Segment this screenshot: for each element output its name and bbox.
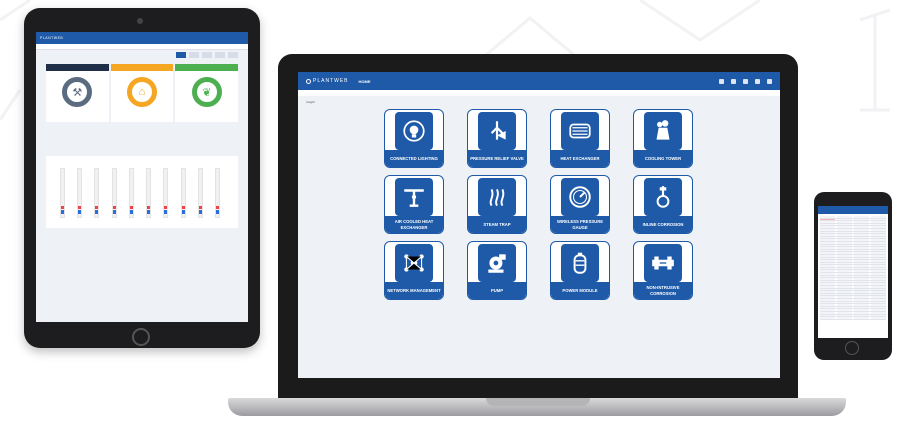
app-tile-label: NON-INTRUSIVE CORROSION: [634, 282, 692, 299]
tablet-app-header: PLANTWEB: [36, 32, 248, 44]
inline-corrosion-icon: [644, 178, 682, 216]
app-tile-label: STEAM TRAP: [468, 216, 526, 233]
tablet-gauge-card[interactable]: ⚒: [46, 64, 109, 122]
laptop-notch: [486, 398, 590, 406]
phone-data-table: [818, 214, 888, 322]
tablet-brand: PLANTWEB: [40, 36, 64, 40]
tablet-gauge-row: ⚒ ⌂ ❦: [46, 64, 239, 122]
tablet-tab[interactable]: [202, 52, 212, 58]
header-actions: [719, 78, 772, 84]
app-subheader: Insight: [298, 90, 780, 104]
pressure-gauge-icon: [561, 178, 599, 216]
phone-home-button[interactable]: [845, 341, 859, 355]
heat-exchanger-icon: [561, 112, 599, 150]
tablet-bar: [111, 168, 117, 218]
steam-icon: [478, 178, 516, 216]
settings-icon[interactable]: [731, 78, 736, 84]
camera-icon: [137, 18, 143, 24]
app-tile-label: INLINE CORROSION: [634, 216, 692, 233]
app-tile[interactable]: COOLING TOWER: [633, 109, 693, 168]
alert-icon[interactable]: [743, 78, 748, 84]
app-tile[interactable]: AIR COOLED HEAT EXCHANGER: [384, 175, 444, 234]
app-tile-label: AIR COOLED HEAT EXCHANGER: [385, 216, 443, 233]
network-icon: [395, 244, 433, 282]
page-title: HOME: [358, 78, 371, 84]
tablet-tab[interactable]: [228, 52, 238, 58]
phone-screen: [818, 206, 888, 338]
laptop-screen: PLANTWEB HOME Insight CONNECTED LIGHTING…: [298, 72, 780, 378]
logout-icon[interactable]: [767, 78, 772, 84]
app-tile-label: PUMP: [468, 282, 526, 299]
tablet-tabs: [36, 50, 248, 60]
tablet-tab[interactable]: [215, 52, 225, 58]
battery-icon: [561, 244, 599, 282]
app-tile-label: PRESSURE RELIEF VALVE: [468, 150, 526, 167]
cooling-tower-icon: [644, 112, 682, 150]
tablet-bar: [214, 168, 220, 218]
app-tile[interactable]: NETWORK MANAGEMENT: [384, 241, 444, 300]
app-tile[interactable]: POWER MODULE: [550, 241, 610, 300]
brand-name: PLANTWEB: [313, 78, 349, 84]
tablet-tab[interactable]: [176, 52, 186, 58]
leaf-icon: ❦: [191, 77, 222, 107]
pipe-corrosion-icon: [644, 244, 682, 282]
tools-icon: ⚒: [62, 77, 93, 107]
relief-valve-icon: [478, 112, 516, 150]
tablet-bar: [60, 168, 65, 218]
app-header: PLANTWEB HOME: [298, 72, 780, 90]
app-tile-label: NETWORK MANAGEMENT: [385, 282, 443, 299]
tablet-bar: [146, 168, 152, 218]
flame-icon: ⌂: [127, 77, 157, 107]
app-tile[interactable]: NON-INTRUSIVE CORROSION: [633, 241, 693, 300]
application-tile-grid: CONNECTED LIGHTING PRESSURE RELIEF VALVE H…: [384, 109, 693, 300]
tablet-gauge-header: [46, 64, 109, 71]
air-cooled-exchanger-icon: [395, 178, 433, 216]
app-tile[interactable]: HEAT EXCHANGER: [550, 109, 610, 168]
tablet-bar: [94, 168, 100, 218]
app-tile-label: CONNECTED LIGHTING: [385, 150, 443, 167]
app-tile[interactable]: STEAM TRAP: [467, 175, 527, 234]
tablet-bar-chart: [46, 156, 238, 228]
tablet-bars: [60, 168, 220, 218]
table-row[interactable]: [820, 317, 886, 320]
brand-logo[interactable]: PLANTWEB: [306, 78, 349, 84]
home-icon[interactable]: [719, 78, 724, 84]
pump-icon: [478, 244, 516, 282]
tablet-bar: [197, 168, 203, 218]
home-button[interactable]: [132, 328, 150, 346]
app-tile[interactable]: INLINE CORROSION: [633, 175, 693, 234]
tablet-gauge-header: [175, 64, 239, 71]
tablet-screen: PLANTWEB ⚒ ⌂ ❦: [36, 32, 248, 322]
app-tile[interactable]: PUMP: [467, 241, 527, 300]
tablet-bar: [163, 168, 169, 218]
app-tile-label: WIRELESS PRESSURE GAUGE: [551, 216, 609, 233]
plantweb-logo-icon: [306, 78, 311, 84]
app-subtitle: Insight: [306, 100, 315, 104]
tablet-bar: [180, 168, 186, 218]
tablet-gauge-card[interactable]: ❦: [175, 64, 239, 122]
app-tile[interactable]: PRESSURE RELIEF VALVE: [467, 109, 527, 168]
app-tile-label: COOLING TOWER: [634, 150, 692, 167]
phone-app-header: [818, 206, 888, 214]
app-tile-label: HEAT EXCHANGER: [551, 150, 609, 167]
tablet-bar: [128, 168, 134, 218]
tablet-gauge-header: [110, 64, 174, 71]
tablet-bar: [77, 168, 83, 218]
user-icon[interactable]: [755, 78, 760, 84]
tablet-tab[interactable]: [189, 52, 199, 58]
tablet-gauge-card[interactable]: ⌂: [110, 64, 174, 122]
app-tile[interactable]: CONNECTED LIGHTING: [384, 109, 444, 168]
app-tile[interactable]: WIRELESS PRESSURE GAUGE: [550, 175, 610, 234]
lightbulb-icon: [395, 112, 433, 150]
app-tile-label: POWER MODULE: [551, 282, 609, 299]
